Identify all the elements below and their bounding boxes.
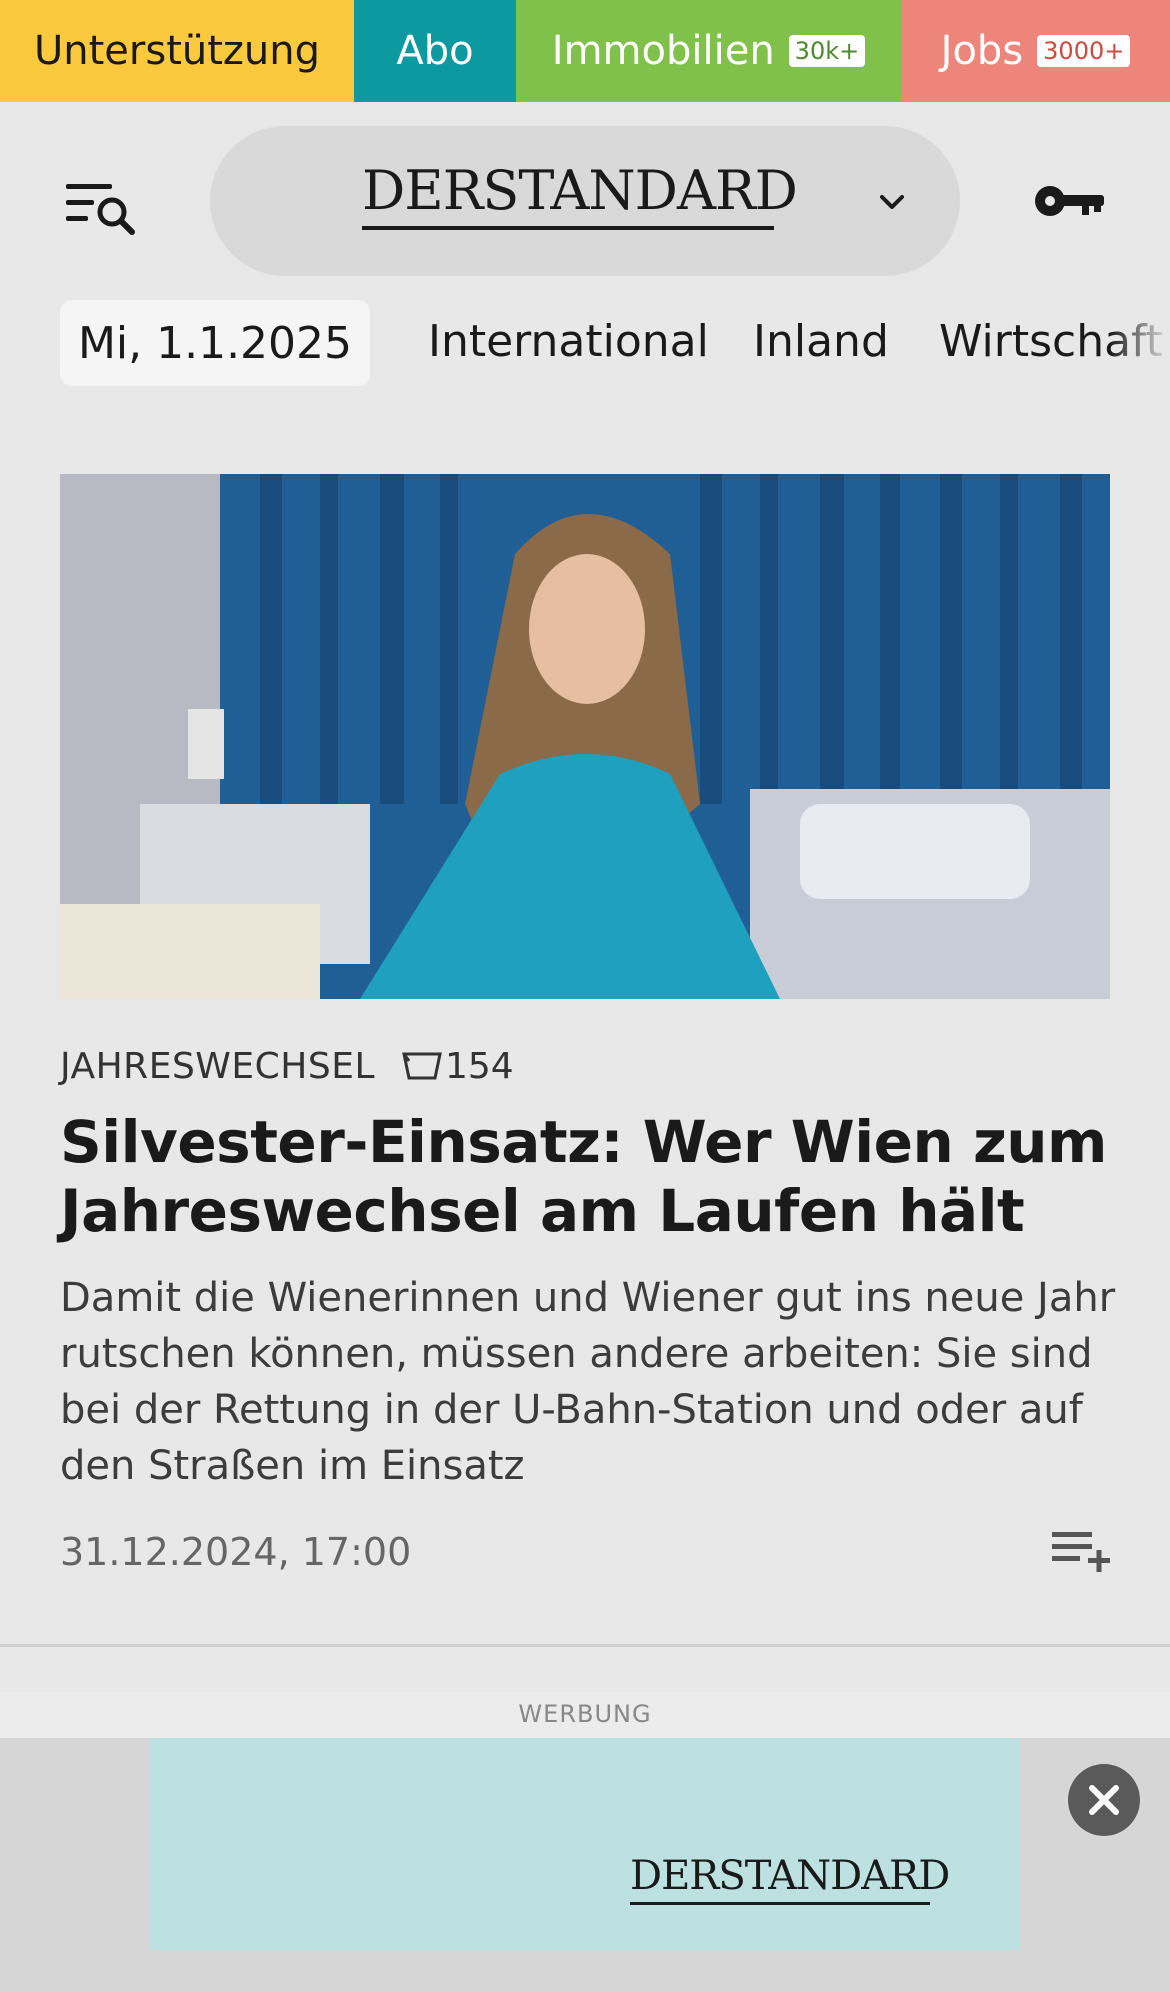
nav-fade-overlay	[1110, 300, 1170, 386]
immobilien-count-badge: 30k+	[788, 35, 866, 67]
comment-count[interactable]: 154	[445, 1046, 514, 1087]
section-divider	[0, 1644, 1170, 1647]
article-hero-image[interactable]	[60, 474, 1110, 999]
chevron-down-icon	[880, 195, 904, 209]
ad-label: WERBUNG	[518, 1700, 652, 1728]
jobs-count-badge: 3000+	[1037, 35, 1131, 67]
article-kicker-row: JAHRESWECHSEL 154	[60, 1040, 514, 1092]
support-link[interactable]: Unterstützung	[0, 0, 354, 102]
ad-banner[interactable]: DERSTANDARD	[150, 1738, 1020, 1950]
key-icon	[1035, 186, 1104, 216]
ad-logo-underline	[630, 1902, 930, 1905]
playlist-add-icon	[1052, 1532, 1110, 1572]
menu-search-icon	[66, 184, 135, 235]
article-teaser: Damit die Wienerinnen und Wiener gut ins…	[60, 1275, 1116, 1489]
menu-search-button[interactable]	[64, 172, 144, 242]
top-nav-bar: Unterstützung Abo Immobilien 30k+ Jobs 3…	[0, 0, 1170, 102]
abo-link[interactable]: Abo	[354, 0, 516, 102]
jobs-link[interactable]: Jobs 3000+	[901, 0, 1170, 102]
site-logo[interactable]: DERSTANDARD	[362, 164, 798, 218]
nav-item-inland[interactable]: Inland	[753, 312, 889, 372]
jobs-label: Jobs	[940, 28, 1024, 74]
comment-icon	[402, 1052, 442, 1080]
article-headline[interactable]: Silvester-Einsatz: Wer Wien zum Jahreswe…	[60, 1108, 1120, 1246]
abo-label: Abo	[396, 28, 474, 74]
nav-item-international[interactable]: International	[428, 312, 709, 372]
edition-selector[interactable]: DERSTANDARD	[210, 126, 960, 276]
date-tab[interactable]: Mi, 1.1.2025	[60, 300, 370, 386]
add-to-reading-list-button[interactable]	[1048, 1526, 1112, 1578]
ad-logo: DERSTANDARD	[630, 1853, 950, 1899]
ad-close-button[interactable]	[1068, 1764, 1140, 1836]
immobilien-link[interactable]: Immobilien 30k+	[516, 0, 901, 102]
close-icon	[1089, 1785, 1119, 1815]
support-label: Unterstützung	[33, 28, 320, 74]
article-kicker[interactable]: JAHRESWECHSEL	[60, 1046, 375, 1087]
login-button[interactable]	[1030, 176, 1110, 226]
immobilien-label: Immobilien	[551, 28, 775, 74]
logo-underline	[362, 226, 774, 230]
article-timestamp: 31.12.2024, 17:00	[60, 1530, 412, 1574]
